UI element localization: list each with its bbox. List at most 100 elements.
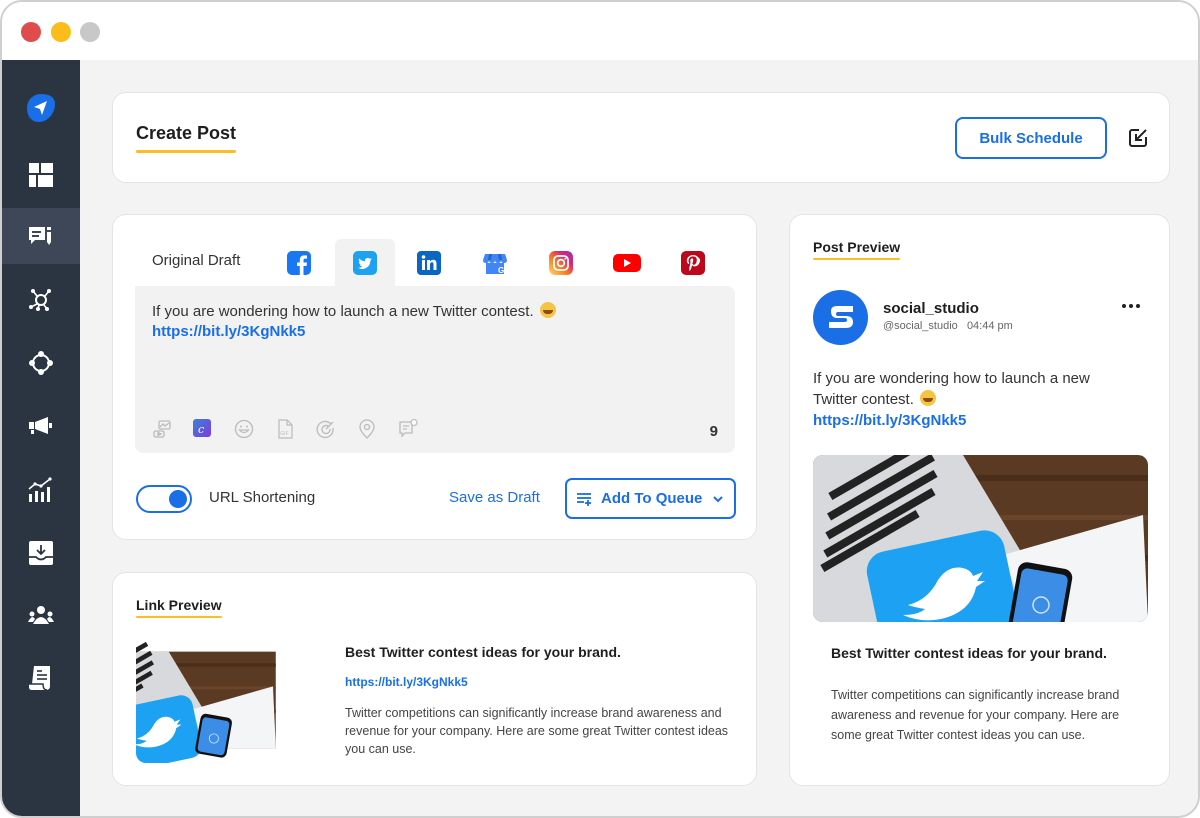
- export-arrow-icon[interactable]: [1127, 127, 1149, 149]
- sidebar-item-network[interactable]: [2, 272, 80, 328]
- target-button[interactable]: [313, 417, 354, 441]
- more-options-button[interactable]: [1118, 298, 1144, 314]
- page-title: Create Post: [136, 123, 237, 153]
- location-button[interactable]: [354, 417, 395, 441]
- link-preview-card: Link Preview Best Twitter contest ideas …: [112, 572, 757, 786]
- preview-card-description: Twitter competitions can significantly i…: [831, 688, 1120, 742]
- tab-original-draft[interactable]: Original Draft: [152, 252, 240, 269]
- sidebar-item-team[interactable]: [2, 587, 80, 643]
- page-title-text: Create Post: [136, 123, 237, 143]
- add-to-queue-button[interactable]: Add To Queue: [565, 478, 736, 519]
- network-hub-icon: [29, 289, 51, 311]
- sidebar-item-workflow[interactable]: [2, 335, 80, 391]
- emoji-button[interactable]: [231, 417, 272, 441]
- canva-icon: c: [193, 419, 211, 437]
- account-name: social_studio: [883, 300, 979, 317]
- analytics-chart-icon: [28, 477, 52, 502]
- nodes-circle-icon: [29, 351, 53, 375]
- facebook-icon: [287, 251, 311, 275]
- sidebar: [2, 60, 80, 816]
- title-underline: [136, 150, 237, 153]
- toggle-knob: [169, 490, 187, 508]
- twitter-icon: [353, 251, 377, 275]
- maximize-window-button[interactable]: [80, 22, 100, 42]
- link-preview-heading: Link Preview: [136, 597, 222, 618]
- link-preview-description: Twitter competitions can significantly i…: [345, 706, 729, 756]
- minimize-window-button[interactable]: [51, 22, 71, 42]
- linkedin-icon: [417, 251, 441, 275]
- editor-toolbar: c GIF: [149, 417, 436, 441]
- post-preview-title-text: Post Preview: [813, 239, 901, 255]
- instagram-icon: [549, 251, 573, 275]
- tab-pinterest[interactable]: [663, 239, 723, 287]
- report-scroll-icon: [29, 666, 50, 691]
- tab-facebook[interactable]: [269, 239, 329, 287]
- tab-google-business[interactable]: G: [465, 239, 525, 287]
- compose-message-icon: [29, 227, 51, 245]
- location-icon: [359, 419, 375, 439]
- tab-twitter[interactable]: [335, 239, 395, 287]
- composer-card: Original Draft G If you are wondering ho…: [112, 214, 757, 540]
- sidebar-item-analytics[interactable]: [2, 462, 80, 518]
- close-window-button[interactable]: [21, 22, 41, 42]
- sidebar-item-reports[interactable]: [2, 650, 80, 706]
- sidebar-item-inbox[interactable]: [2, 525, 80, 581]
- svg-text:GIF: GIF: [280, 431, 288, 437]
- post-editor[interactable]: If you are wondering how to launch a new…: [135, 286, 735, 453]
- post-text: If you are wondering how to launch a new…: [152, 303, 534, 320]
- character-count: 9: [709, 423, 718, 440]
- svg-text:G: G: [498, 266, 504, 275]
- star-struck-emoji-icon: [539, 302, 556, 318]
- social-studio-logo-icon: [828, 305, 853, 328]
- preview-link[interactable]: https://bit.ly/3KgNkk5: [813, 412, 966, 429]
- title-bar: [2, 2, 1198, 60]
- post-preview-heading: Post Preview: [813, 239, 901, 260]
- post-preview-card: Post Preview social_studio @social_studi…: [789, 214, 1170, 786]
- post-link[interactable]: https://bit.ly/3KgNkk5: [152, 323, 305, 340]
- pinterest-icon: [681, 251, 705, 275]
- comment-button[interactable]: [395, 417, 436, 441]
- inbox-download-icon: [29, 541, 53, 565]
- avatar: [813, 290, 868, 345]
- gif-button[interactable]: GIF: [272, 417, 313, 441]
- link-preview-title-text: Link Preview: [136, 597, 222, 613]
- bulk-schedule-button[interactable]: Bulk Schedule: [955, 117, 1107, 159]
- account-meta: @social_studio 04:44 pm: [883, 320, 1013, 332]
- link-preview-title: Best Twitter contest ideas for your bran…: [345, 644, 621, 660]
- url-shortening-toggle[interactable]: [136, 485, 192, 513]
- header-card: Create Post Bulk Schedule: [112, 92, 1170, 183]
- preview-text: If you are wondering how to launch a new…: [813, 370, 1090, 408]
- tab-instagram[interactable]: [531, 239, 591, 287]
- heading-underline: [136, 616, 222, 618]
- tab-linkedin[interactable]: [399, 239, 459, 287]
- network-tabs: Original Draft G: [135, 239, 735, 287]
- link-preview-image[interactable]: [136, 637, 330, 763]
- preview-post-text: If you are wondering how to launch a new…: [813, 368, 1133, 431]
- tab-youtube[interactable]: [597, 239, 657, 287]
- link-preview-url[interactable]: https://bit.ly/3KgNkk5: [345, 675, 468, 689]
- app-window: Create Post Bulk Schedule Original Draft…: [0, 0, 1200, 818]
- sidebar-item-compose[interactable]: [2, 208, 80, 264]
- url-shortening-label: URL Shortening: [209, 489, 316, 506]
- google-business-icon: G: [483, 254, 507, 275]
- paper-plane-icon: [27, 94, 55, 122]
- chevron-down-icon[interactable]: [712, 493, 724, 505]
- sidebar-item-dashboard[interactable]: [2, 147, 80, 203]
- post-text-content[interactable]: If you are wondering how to launch a new…: [152, 302, 556, 342]
- sidebar-item-logo[interactable]: [2, 80, 80, 136]
- megaphone-icon: [29, 417, 52, 434]
- gif-icon: GIF: [278, 419, 293, 439]
- dashboard-grid-icon: [29, 163, 53, 187]
- target-icon: [316, 420, 334, 439]
- sidebar-item-campaigns[interactable]: [2, 398, 80, 454]
- preview-card-title: Best Twitter contest ideas for your bran…: [831, 645, 1107, 661]
- comment-icon: [399, 419, 418, 438]
- canva-button[interactable]: c: [190, 417, 231, 441]
- post-time: 04:44 pm: [966, 320, 1013, 332]
- queue-list-icon: [577, 492, 591, 506]
- media-library-button[interactable]: [149, 417, 190, 441]
- post-preview-image: [813, 455, 1148, 622]
- save-as-draft-button[interactable]: Save as Draft: [449, 489, 540, 506]
- emoji-icon: [234, 419, 254, 439]
- star-struck-emoji-icon: [919, 390, 936, 406]
